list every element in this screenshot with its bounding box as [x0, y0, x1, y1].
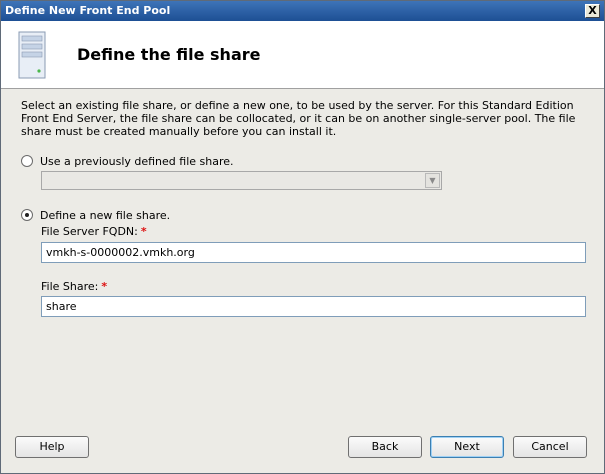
close-icon: X: [588, 4, 597, 17]
chevron-down-icon[interactable]: ▼: [425, 173, 440, 188]
fqdn-label-text: File Server FQDN:: [41, 225, 138, 238]
next-button[interactable]: Next: [430, 436, 504, 458]
radio-new-share[interactable]: Define a new file share.: [21, 207, 170, 223]
help-button[interactable]: Help: [15, 436, 89, 458]
radio-button-existing[interactable]: [21, 155, 33, 167]
page-title: Define the file share: [77, 45, 261, 64]
required-mark: *: [140, 225, 147, 238]
server-icon: [18, 31, 46, 79]
window-title: Define New Front End Pool: [5, 4, 171, 17]
radio-existing-label: Use a previously defined file share.: [40, 154, 234, 168]
file-share-label-text: File Share:: [41, 280, 99, 293]
file-share-value: share: [46, 300, 77, 313]
fqdn-label: File Server FQDN: *: [41, 225, 147, 238]
wizard-header: Define the file share: [1, 21, 604, 89]
file-share-input[interactable]: share: [41, 296, 586, 317]
close-button[interactable]: X: [585, 4, 600, 18]
radio-existing-share[interactable]: Use a previously defined file share.: [21, 153, 234, 169]
title-bar[interactable]: Define New Front End Pool X: [1, 1, 604, 21]
existing-share-dropdown[interactable]: ▼: [41, 171, 442, 190]
file-share-label: File Share: *: [41, 280, 107, 293]
fqdn-value: vmkh-s-0000002.vmkh.org: [46, 246, 195, 259]
description-text: Select an existing file share, or define…: [21, 99, 576, 138]
dialog-window: Define New Front End Pool X Define the f…: [0, 0, 605, 474]
back-button[interactable]: Back: [348, 436, 422, 458]
radio-new-label: Define a new file share.: [40, 208, 171, 222]
cancel-button[interactable]: Cancel: [513, 436, 587, 458]
fqdn-input[interactable]: vmkh-s-0000002.vmkh.org: [41, 242, 586, 263]
required-mark: *: [101, 280, 108, 293]
radio-button-new[interactable]: [21, 209, 33, 221]
